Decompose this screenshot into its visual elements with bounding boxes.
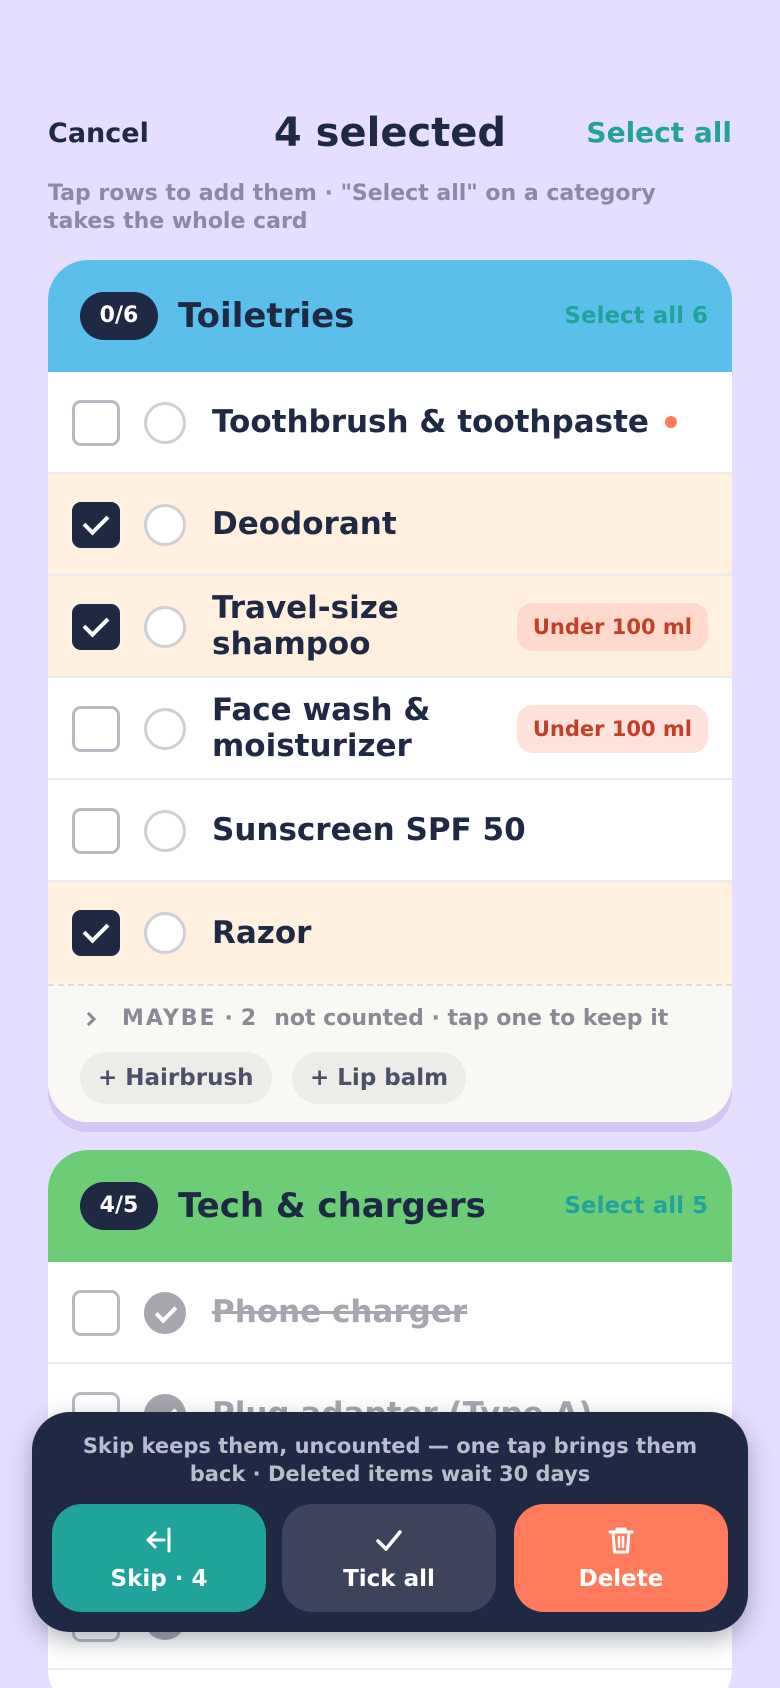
delete-label: Delete: [578, 1566, 664, 1592]
category-count-badge: 4/5: [80, 1182, 158, 1230]
tick-all-button[interactable]: Tick all: [282, 1504, 496, 1612]
maybe-toggle[interactable]: MAYBE · 2 not counted · tap one to keep …: [81, 1006, 669, 1031]
checkbox[interactable]: [72, 502, 120, 548]
skip-back-icon: [146, 1527, 171, 1553]
maybe-note: not counted · tap one to keep it: [274, 1006, 669, 1031]
skip-button[interactable]: Skip · 4: [52, 1504, 266, 1612]
done-circle-icon[interactable]: [144, 912, 186, 954]
done-circle-icon[interactable]: [144, 402, 186, 444]
list-item[interactable]: Sunscreen SPF 50: [48, 780, 732, 882]
checkbox[interactable]: [72, 706, 120, 752]
chevron-right-icon: [81, 1011, 97, 1026]
done-circle-icon[interactable]: [144, 810, 186, 852]
liquid-limit-badge: Under 100 ml: [516, 705, 708, 753]
dot-icon: [664, 416, 677, 428]
maybe-pill-hairbrush[interactable]: + Hairbrush: [80, 1052, 272, 1104]
liquid-limit-badge: Under 100 ml: [516, 603, 708, 651]
trash-icon: [608, 1527, 634, 1554]
list-item[interactable]: Deodorant: [48, 474, 732, 576]
done-circle-icon[interactable]: [144, 708, 186, 750]
list-item[interactable]: Razor: [48, 882, 732, 984]
checkbox[interactable]: [72, 1290, 120, 1336]
checkbox[interactable]: [72, 400, 120, 446]
list-item[interactable]: Travel-size shampoo Under 100 ml: [48, 576, 732, 678]
category-select-all-button[interactable]: Select all 5: [564, 1182, 708, 1230]
category-title: Tech & chargers: [178, 1186, 486, 1226]
item-label: Deodorant: [212, 506, 397, 542]
maybe-pill-lip-balm[interactable]: + Lip balm: [292, 1052, 467, 1104]
item-label: Sunscreen SPF 50: [212, 812, 526, 848]
item-label: Phone charger: [212, 1294, 468, 1330]
item-label: Travel-size shampoo: [212, 590, 399, 662]
separator: ·: [224, 1006, 233, 1031]
checkbox[interactable]: [72, 910, 120, 956]
checkbox[interactable]: [72, 604, 120, 650]
tick-all-label: Tick all: [343, 1566, 435, 1592]
hint-text: Tap rows to add them · "Select all" on a…: [48, 181, 656, 234]
list-item[interactable]: Toothbrush & toothpaste: [48, 372, 732, 474]
list-item[interactable]: Face wash & moisturizer Under 100 ml: [48, 678, 732, 780]
select-all-button[interactable]: Select all: [586, 116, 732, 149]
item-label: Razor: [212, 915, 312, 951]
category-header: 0/6 Toiletries Select all 6: [48, 260, 732, 372]
done-circle-icon[interactable]: [144, 606, 186, 648]
category-header: 4/5 Tech & chargers Select all 5: [48, 1150, 732, 1262]
list-item[interactable]: Phone charger: [48, 1262, 732, 1364]
header: Cancel 4 selected Select all: [48, 110, 732, 162]
action-bar-note: Skip keeps them, uncounted — one tap bri…: [82, 1434, 698, 1486]
category-title: Toiletries: [178, 296, 355, 336]
cancel-button[interactable]: Cancel: [48, 118, 149, 149]
maybe-section: MAYBE · 2 not counted · tap one to keep …: [48, 984, 732, 1122]
category-count-badge: 0/6: [80, 292, 158, 340]
checkbox[interactable]: [72, 808, 120, 854]
item-label: Face wash & moisturizer: [212, 692, 431, 764]
done-check-icon[interactable]: [144, 1292, 186, 1334]
check-icon: [376, 1530, 402, 1551]
maybe-label: MAYBE: [122, 1006, 217, 1031]
maybe-count: 2: [240, 1006, 257, 1031]
delete-button[interactable]: Delete: [514, 1504, 728, 1612]
action-bar: Skip keeps them, uncounted — one tap bri…: [32, 1412, 748, 1632]
category-select-all-button[interactable]: Select all 6: [564, 292, 708, 340]
category-card-toiletries: 0/6 Toiletries Select all 6 Toothbrush &…: [48, 260, 732, 1122]
skip-label: Skip · 4: [110, 1566, 208, 1592]
item-label: Toothbrush & toothpaste: [212, 404, 649, 440]
done-circle-icon[interactable]: [144, 504, 186, 546]
